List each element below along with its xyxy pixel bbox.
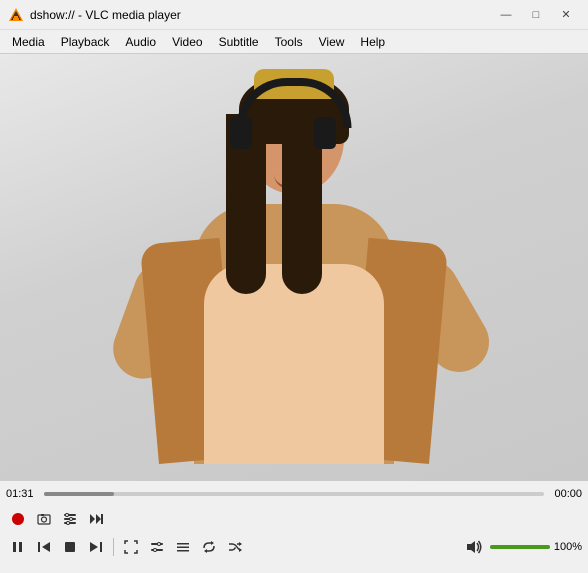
transport-row1 (0, 505, 588, 533)
volume-pct: 100% (554, 541, 582, 553)
time-total: 00:00 (550, 488, 582, 500)
play-pause-button[interactable] (6, 536, 30, 558)
transport-row2: 100% (0, 533, 588, 561)
video-area (0, 54, 588, 481)
menu-subtitle[interactable]: Subtitle (211, 31, 267, 53)
seek-row: 01:31 00:00 (0, 481, 588, 505)
minimize-button[interactable]: — (492, 5, 520, 25)
mute-button[interactable] (462, 536, 486, 558)
video-person (134, 64, 454, 464)
prev-chapter-button[interactable] (32, 536, 56, 558)
loop-button[interactable] (197, 536, 221, 558)
controls-area: 01:31 00:00 (0, 481, 588, 561)
seek-bar-fill (44, 492, 114, 496)
fast-forward-button[interactable] (84, 508, 108, 530)
separator1 (113, 538, 114, 556)
fullscreen-button[interactable] (119, 536, 143, 558)
menu-audio[interactable]: Audio (117, 31, 164, 53)
menu-bar: Media Playback Audio Video Subtitle Tool… (0, 30, 588, 54)
headphone-right (314, 117, 336, 149)
maximize-button[interactable]: □ (522, 5, 550, 25)
menu-media[interactable]: Media (4, 31, 53, 53)
title-bar: dshow:// - VLC media player — □ ✕ (0, 0, 588, 30)
close-button[interactable]: ✕ (552, 5, 580, 25)
volume-slider-fill (490, 545, 550, 549)
next-chapter-button[interactable] (84, 536, 108, 558)
menu-playback[interactable]: Playback (53, 31, 118, 53)
volume-area: 100% (462, 536, 582, 558)
random-button[interactable] (223, 536, 247, 558)
seek-bar[interactable] (44, 492, 544, 496)
headphone-left (230, 117, 252, 149)
video-content (0, 54, 588, 481)
extended-button[interactable] (58, 508, 82, 530)
menu-help[interactable]: Help (352, 31, 393, 53)
window-controls: — □ ✕ (492, 5, 580, 25)
time-current: 01:31 (6, 488, 38, 500)
menu-video[interactable]: Video (164, 31, 210, 53)
stop-button[interactable] (58, 536, 82, 558)
extended2-button[interactable] (145, 536, 169, 558)
menu-tools[interactable]: Tools (267, 31, 311, 53)
shirt (204, 264, 384, 464)
volume-slider[interactable] (490, 545, 550, 549)
playlist-button[interactable] (171, 536, 195, 558)
snapshot-button[interactable] (32, 508, 56, 530)
window-title: dshow:// - VLC media player (30, 8, 492, 22)
record-button[interactable] (6, 508, 30, 530)
menu-view[interactable]: View (311, 31, 353, 53)
vlc-icon (8, 7, 24, 23)
